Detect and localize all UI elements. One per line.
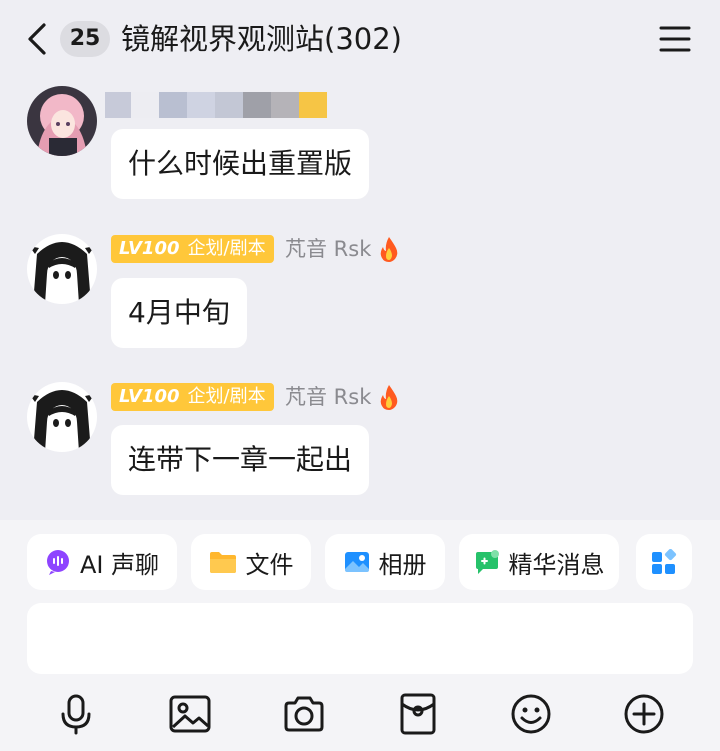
message-bubble[interactable]: 什么时候出重置版 — [111, 129, 370, 199]
message-input[interactable] — [27, 603, 693, 674]
chip-label: AI 声聊 — [79, 550, 160, 579]
fire-icon — [380, 237, 398, 262]
emoji-icon[interactable] — [509, 692, 553, 736]
unread-count-badge[interactable]: 25 — [60, 21, 110, 57]
album-icon — [344, 552, 369, 572]
back-arrow-icon[interactable] — [22, 22, 52, 56]
avatar[interactable] — [27, 382, 97, 452]
more-apps-button[interactable] — [636, 534, 692, 590]
group-title[interactable]: 镜解视界观测站(302) — [121, 19, 402, 59]
chip-label: 相册 — [378, 550, 427, 579]
avatar[interactable] — [27, 86, 97, 156]
folder-icon — [209, 552, 236, 573]
message-bubble[interactable]: 连带下一章一起出 — [111, 425, 370, 495]
menu-icon[interactable] — [658, 24, 692, 54]
level-badge: LV100 企划/剧本 — [111, 235, 274, 263]
level-text: LV100 — [119, 386, 180, 407]
chip-label: 文件 — [245, 550, 294, 579]
ai-voice-chat-button[interactable]: AI 声聊 — [27, 534, 177, 590]
sender-name[interactable]: 芃音 Rsk — [285, 235, 371, 263]
file-button[interactable]: 文件 — [191, 534, 311, 590]
chip-label: 精华消息 — [508, 550, 605, 579]
fire-icon — [380, 385, 398, 410]
plus-icon[interactable] — [622, 692, 666, 736]
blurred-sender-name — [105, 92, 327, 118]
red-packet-icon[interactable] — [396, 692, 440, 736]
role-text: 企划/剧本 — [187, 238, 266, 259]
microphone-icon[interactable] — [54, 692, 98, 736]
image-icon[interactable] — [168, 692, 212, 736]
message-bubble[interactable]: 4月中旬 — [111, 278, 247, 348]
essence-messages-button[interactable]: 精华消息 — [459, 534, 619, 590]
level-text: LV100 — [119, 238, 180, 259]
avatar[interactable] — [27, 234, 97, 304]
sender-name[interactable]: 芃音 Rsk — [285, 383, 371, 411]
apps-grid-icon — [652, 549, 677, 574]
level-badge: LV100 企划/剧本 — [111, 383, 274, 411]
album-button[interactable]: 相册 — [325, 534, 445, 590]
essence-icon — [475, 550, 499, 574]
chat-header: 25 镜解视界观测站(302) — [0, 0, 720, 80]
camera-icon[interactable] — [282, 692, 326, 736]
role-text: 企划/剧本 — [187, 386, 266, 407]
ai-voice-icon — [46, 550, 69, 575]
